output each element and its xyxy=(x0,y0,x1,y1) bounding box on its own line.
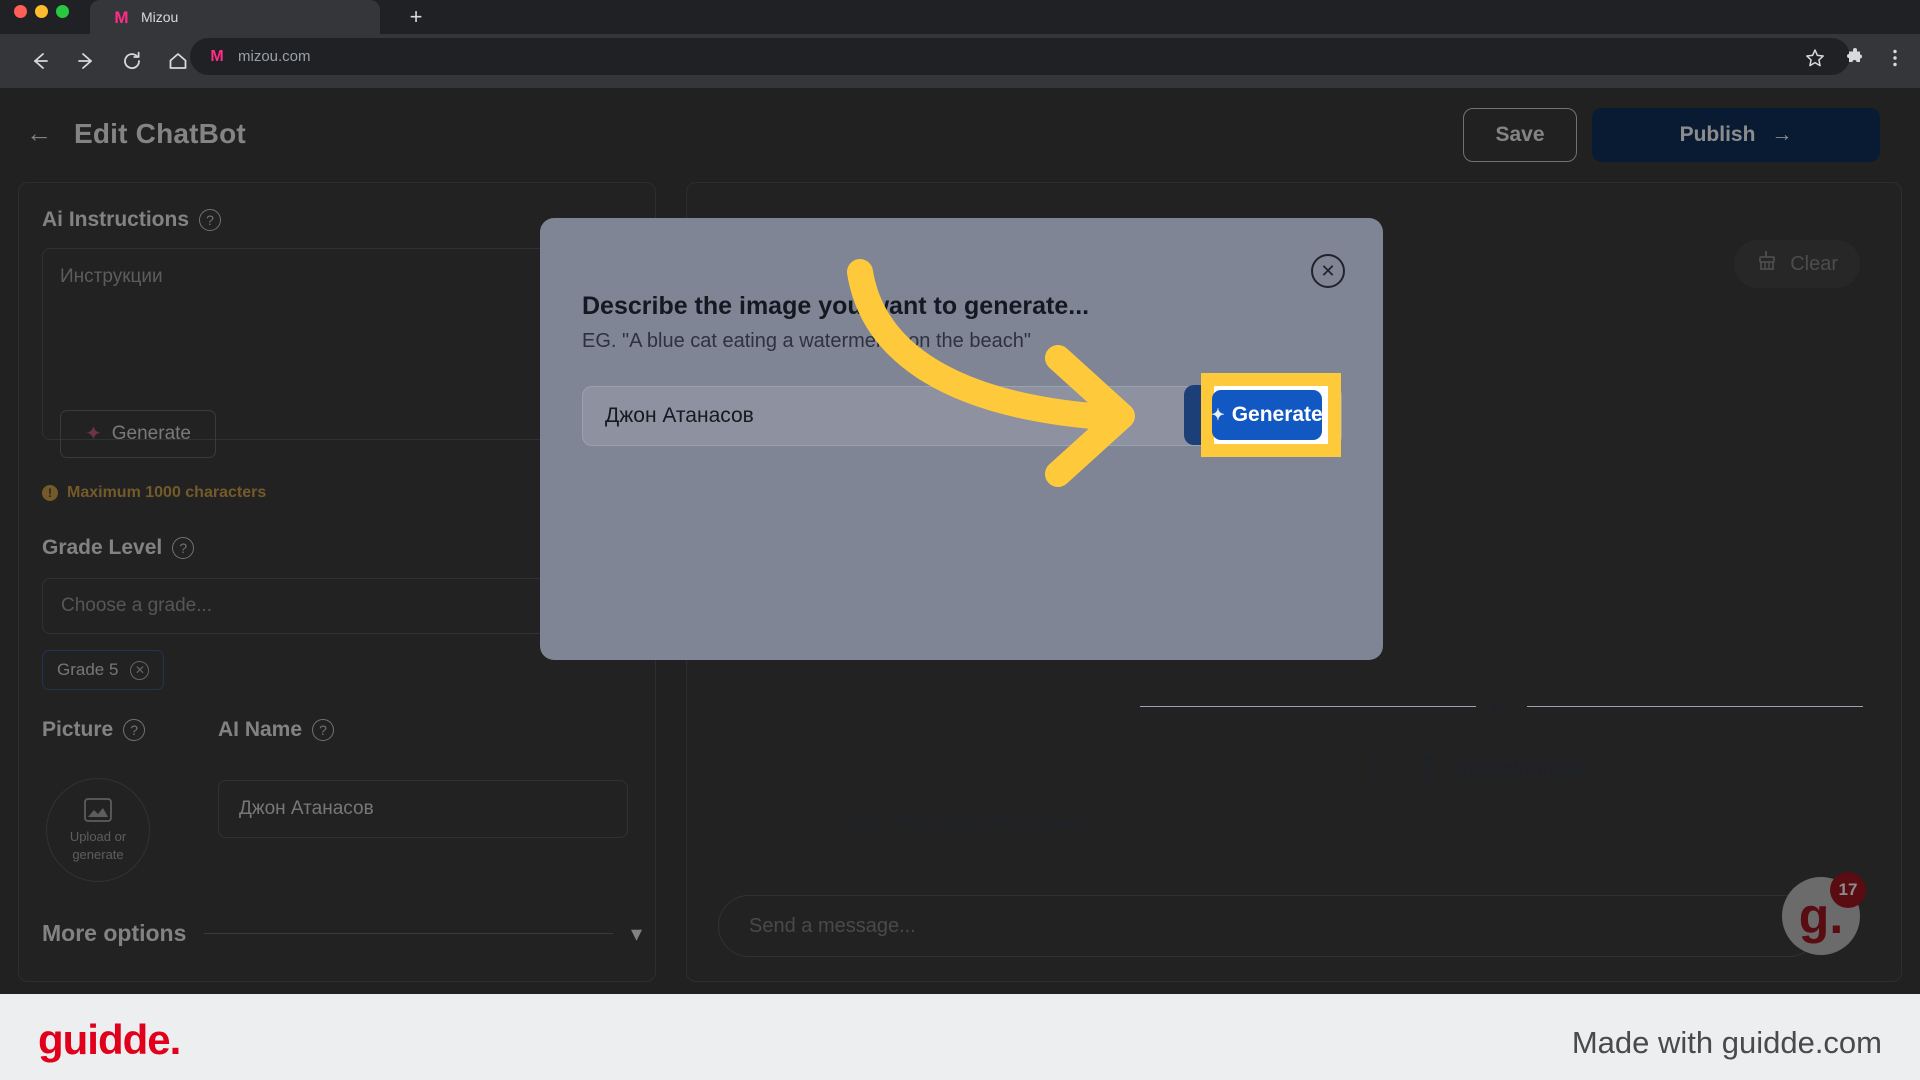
upload-image-button[interactable]: Upload image xyxy=(1374,742,1624,796)
divider-left xyxy=(1140,705,1477,707)
guidde-logo: guidde. xyxy=(38,1016,181,1063)
minimize-window-button[interactable] xyxy=(35,5,48,18)
guidde-footer-text: Made with guidde.com xyxy=(1571,1025,1882,1060)
browser-tab-title: Mizou xyxy=(141,9,179,25)
browser-tab-bar: M Mizou + xyxy=(0,0,1920,34)
generate-image-button[interactable]: ✦ Generate xyxy=(1211,390,1323,440)
divider-right xyxy=(1526,705,1863,707)
menu-icon[interactable] xyxy=(1884,47,1906,69)
wand-icon: ✦ xyxy=(1211,407,1225,424)
reload-icon[interactable] xyxy=(114,43,150,79)
maximize-window-button[interactable] xyxy=(56,5,69,18)
toolbar-right-icons xyxy=(1804,47,1906,69)
site-favicon-icon: M xyxy=(210,47,224,65)
forward-arrow-icon[interactable] xyxy=(68,43,104,79)
close-icon[interactable]: ✕ xyxy=(1311,254,1345,288)
extensions-icon[interactable] xyxy=(1844,47,1866,69)
format-note: Only .JPEG and .PNG format xyxy=(844,812,1079,832)
or-label: or xyxy=(1492,694,1511,717)
modal-title: Describe the image you want to generate.… xyxy=(582,292,1090,320)
star-icon[interactable] xyxy=(1804,47,1826,69)
upload-image-label: Upload image xyxy=(1453,757,1583,780)
mizou-favicon-icon: M xyxy=(114,7,129,27)
generate-image-button-label: Generate xyxy=(1231,403,1323,426)
browser-tab-mizou[interactable]: M Mizou xyxy=(90,0,380,34)
close-window-button[interactable] xyxy=(14,5,27,18)
new-tab-button[interactable]: + xyxy=(396,0,436,34)
back-arrow-icon[interactable] xyxy=(22,43,58,79)
address-bar-url: mizou.com xyxy=(238,48,311,65)
or-divider: or xyxy=(1140,694,1863,717)
window-controls xyxy=(14,5,69,18)
address-bar[interactable]: M mizou.com xyxy=(190,38,1850,75)
screen: M Mizou + M mizou.com ← Edit ChatBot Sav… xyxy=(0,0,1920,1080)
upload-icon xyxy=(1415,754,1437,784)
modal-subtitle: EG. "A blue cat eating a watermelon on t… xyxy=(582,330,1031,352)
